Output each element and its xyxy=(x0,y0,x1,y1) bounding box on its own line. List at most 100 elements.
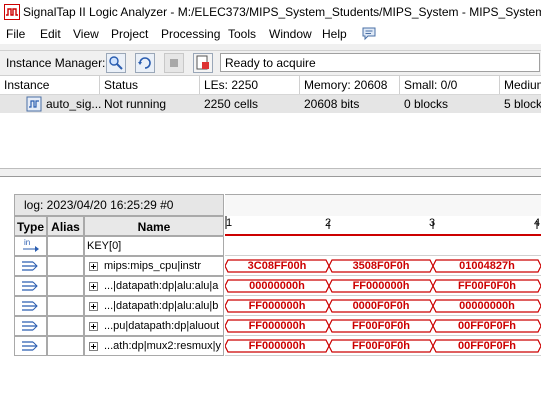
svg-text:in: in xyxy=(24,238,30,247)
bus-value: 00FF0F0Fh xyxy=(457,340,517,352)
bus-icon xyxy=(22,301,38,311)
signal-name: mips:mips_cpu|instr xyxy=(104,260,201,272)
signal-name: ...|datapath:dp|alu:alu|b xyxy=(104,300,219,312)
read-data-button[interactable] xyxy=(193,53,213,73)
signal-alias-cell xyxy=(47,336,84,356)
col-medium[interactable]: Medium xyxy=(500,76,541,94)
bus-value-labels: 3C08FF00h 3508F0F0h 01004827h 00000000h FF00… xyxy=(225,236,541,356)
expand-icon[interactable] xyxy=(89,282,98,291)
menu-project[interactable]: Project xyxy=(111,27,148,41)
bus-value: FF000000h xyxy=(248,300,306,312)
menu-edit[interactable]: Edit xyxy=(40,27,61,41)
col-instance[interactable]: Instance xyxy=(0,76,100,94)
bus-value: 0000F0F0h xyxy=(352,300,410,312)
instance-table: Instance Status LEs: 2250 Memory: 20608 … xyxy=(0,76,541,169)
bus-icon xyxy=(22,261,38,271)
col-memory[interactable]: Memory: 20608 xyxy=(300,76,400,94)
instance-name: auto_sig... xyxy=(46,97,102,111)
signal-type-cell: in xyxy=(14,236,47,256)
stop-icon xyxy=(170,59,178,67)
bus-value: 3C08FF00h xyxy=(247,260,307,272)
run-analysis-button[interactable] xyxy=(135,53,155,73)
instance-manager-toolbar: Instance Manager: Ready to acquire xyxy=(0,50,541,76)
instance-manager-label: Instance Manager: xyxy=(6,56,106,70)
instance-icon xyxy=(26,96,42,112)
ruler-tick-label: 1 xyxy=(226,217,232,229)
signal-name-cell: ...ath:dp|mux2:resmux|y xyxy=(84,336,224,356)
time-ruler[interactable]: 1 2 3 4 xyxy=(225,199,541,239)
bus-value: FF000000h xyxy=(248,340,306,352)
instance-row[interactable]: auto_sig... Not running 2250 cells 20608… xyxy=(0,95,541,113)
title-bar: SignalTap II Logic Analyzer - M:/ELEC373… xyxy=(0,0,541,24)
col-type[interactable]: Type xyxy=(14,216,47,236)
signal-alias-cell xyxy=(47,256,84,276)
col-small[interactable]: Small: 0/0 xyxy=(400,76,500,94)
signal-name-cell: ...pu|datapath:dp|aluout xyxy=(84,316,224,336)
instance-status: Not running xyxy=(104,97,167,111)
bus-icon xyxy=(22,281,38,291)
window-title: SignalTap II Logic Analyzer - M:/ELEC373… xyxy=(23,5,541,19)
signal-name: KEY[0] xyxy=(87,240,122,252)
bus-value: 3508F0F0h xyxy=(352,260,410,272)
expand-icon[interactable] xyxy=(89,302,98,311)
signal-name-cell: mips:mips_cpu|instr xyxy=(84,256,224,276)
ruler-tick-label: 4 xyxy=(534,217,540,229)
expand-icon[interactable] xyxy=(89,342,98,351)
instance-small: 0 blocks xyxy=(404,97,449,111)
signal-name-cell: KEY[0] xyxy=(84,236,224,256)
stop-analysis-button[interactable] xyxy=(164,53,184,73)
magnifier-run-icon xyxy=(109,56,123,70)
expand-icon[interactable] xyxy=(89,322,98,331)
bus-icon xyxy=(22,321,38,331)
instance-memory: 20608 bits xyxy=(304,97,360,111)
bus-value: 00FF0F0Fh xyxy=(457,320,517,332)
signal-name: ...ath:dp|mux2:resmux|y xyxy=(104,340,221,352)
chat-help-icon[interactable] xyxy=(361,26,377,41)
bus-value: FF000000h xyxy=(352,280,410,292)
bus-value: FF00F0F0h xyxy=(351,340,411,352)
signal-name: ...pu|datapath:dp|aluout xyxy=(104,320,220,332)
signaltap-app-icon xyxy=(4,4,20,20)
signal-type-cell xyxy=(14,316,47,336)
menu-view[interactable]: View xyxy=(73,27,99,41)
bus-value: 00000000h xyxy=(459,300,515,312)
bus-icon xyxy=(22,341,38,351)
signal-type-cell xyxy=(14,276,47,296)
expand-icon[interactable] xyxy=(89,262,98,271)
log-label: log: 2023/04/20 16:25:29 #0 xyxy=(14,194,224,216)
menu-help[interactable]: Help xyxy=(322,27,347,41)
signal-alias-cell xyxy=(47,296,84,316)
input-pin-icon: in xyxy=(23,238,39,252)
waveform-pane: log: 2023/04/20 16:25:29 #0 Type Alias N… xyxy=(0,176,541,406)
bus-value: FF00F0F0h xyxy=(351,320,411,332)
col-les[interactable]: LEs: 2250 xyxy=(200,76,300,94)
bus-value: FF00F0F0h xyxy=(457,280,517,292)
signal-name-cell: ...|datapath:dp|alu:alu|b xyxy=(84,296,224,316)
instance-table-header: Instance Status LEs: 2250 Memory: 20608 … xyxy=(0,76,541,95)
autorun-analysis-button[interactable] xyxy=(106,53,126,73)
menu-window[interactable]: Window xyxy=(269,27,312,41)
menu-processing[interactable]: Processing xyxy=(161,27,220,41)
bus-value: 01004827h xyxy=(459,260,515,272)
read-data-icon xyxy=(196,55,209,70)
signal-type-cell xyxy=(14,256,47,276)
signal-type-cell xyxy=(14,336,47,356)
menu-file[interactable]: File xyxy=(6,27,25,41)
ruler-tick-label: 3 xyxy=(429,217,435,229)
signal-alias-cell xyxy=(47,236,84,256)
signal-name: ...|datapath:dp|alu:alu|a xyxy=(104,280,219,292)
signal-name-cell: ...|datapath:dp|alu:alu|a xyxy=(84,276,224,296)
col-name[interactable]: Name xyxy=(84,216,224,236)
bus-value: 00000000h xyxy=(249,280,305,292)
signal-alias-cell xyxy=(47,276,84,296)
signal-alias-cell xyxy=(47,316,84,336)
col-status[interactable]: Status xyxy=(100,76,200,94)
col-alias[interactable]: Alias xyxy=(47,216,84,236)
instance-medium: 5 blocks xyxy=(504,97,541,111)
bus-value: FF000000h xyxy=(248,320,306,332)
refresh-run-icon xyxy=(138,57,151,69)
instance-les: 2250 cells xyxy=(204,97,259,111)
menu-tools[interactable]: Tools xyxy=(228,27,256,41)
menu-bar: File Edit View Project Processing Tools … xyxy=(0,24,541,44)
signal-type-cell xyxy=(14,296,47,316)
